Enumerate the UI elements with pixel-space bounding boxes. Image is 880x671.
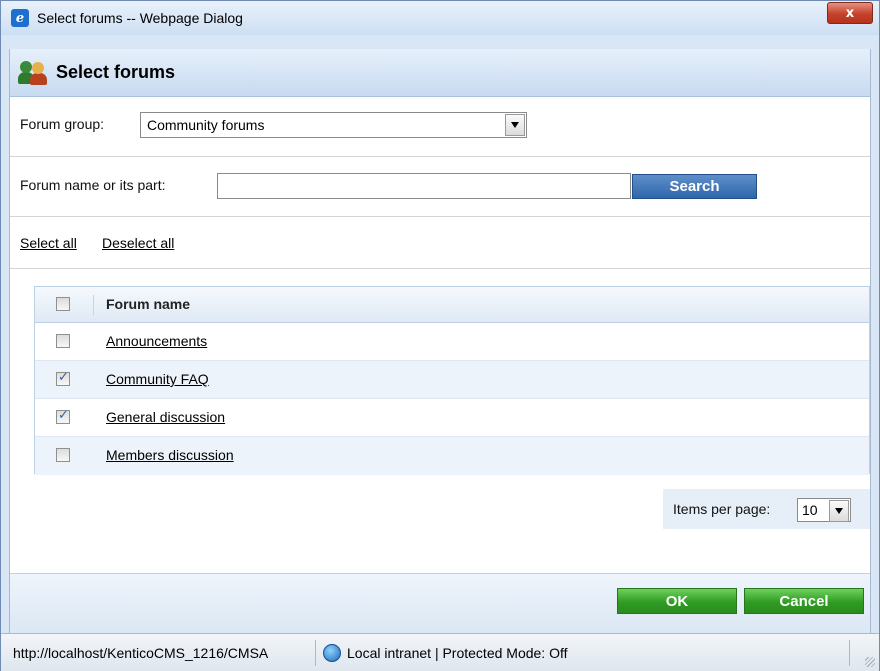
cancel-button[interactable]: Cancel	[744, 588, 864, 614]
table-row: Announcements	[35, 323, 869, 361]
window-title: Select forums -- Webpage Dialog	[37, 10, 243, 26]
chevron-down-icon	[835, 508, 843, 514]
title-bar[interactable]: e Select forums -- Webpage Dialog x	[1, 1, 879, 35]
row-checkbox[interactable]	[56, 408, 70, 424]
row-checkbox[interactable]	[56, 448, 70, 462]
items-per-page-value: 10	[802, 502, 818, 518]
forum-name-row: Forum name or its part: Search	[10, 157, 870, 217]
column-divider	[93, 295, 94, 315]
selection-links-row: Select all Deselect all	[10, 217, 870, 269]
status-url: http://localhost/KenticoCMS_1216/CMSA	[13, 645, 269, 661]
column-header-forum-name: Forum name	[106, 296, 191, 312]
dialog-content: Select forums Forum group: Community for…	[9, 49, 871, 633]
table-row: Members discussion	[35, 437, 869, 475]
close-button[interactable]: x	[827, 2, 873, 24]
forums-grid: Forum name Announcements Community FAQ G…	[34, 286, 870, 475]
resize-grip-icon[interactable]	[865, 657, 875, 667]
forum-link[interactable]: Community FAQ	[106, 371, 209, 387]
dialog-header: Select forums	[10, 49, 870, 97]
row-checkbox[interactable]	[56, 370, 70, 386]
grid-header: Forum name	[35, 287, 869, 323]
row-checkbox[interactable]	[56, 334, 70, 348]
forum-link[interactable]: Announcements	[106, 333, 207, 349]
items-per-page-select[interactable]: 10	[797, 498, 851, 522]
items-per-page-label: Items per page:	[673, 501, 771, 517]
chevron-down-icon	[511, 122, 519, 128]
ok-button[interactable]: OK	[617, 588, 737, 614]
page-title: Select forums	[56, 62, 176, 82]
ie-icon: e	[11, 9, 29, 27]
forum-link[interactable]: Members discussion	[106, 447, 234, 463]
status-divider	[849, 640, 850, 666]
dialog-footer: OK Cancel	[10, 573, 870, 633]
table-row: General discussion	[35, 399, 869, 437]
select-all-checkbox[interactable]	[56, 297, 70, 311]
deselect-all-link[interactable]: Deselect all	[102, 235, 174, 251]
forum-group-label: Forum group:	[20, 116, 105, 132]
select-all-link[interactable]: Select all	[20, 235, 77, 251]
forum-name-label: Forum name or its part:	[20, 177, 166, 193]
security-zone: Local intranet | Protected Mode: Off	[347, 645, 568, 661]
forum-group-row: Forum group: Community forums	[10, 97, 870, 157]
forum-name-input[interactable]	[217, 173, 631, 199]
globe-icon	[323, 644, 341, 662]
dropdown-button[interactable]	[829, 500, 849, 522]
forum-group-value: Community forums	[147, 117, 265, 133]
table-row: Community FAQ	[35, 361, 869, 399]
dropdown-button[interactable]	[505, 114, 525, 136]
dialog-window: e Select forums -- Webpage Dialog x Sele…	[0, 0, 880, 671]
search-button[interactable]: Search	[632, 174, 757, 199]
status-bar: http://localhost/KenticoCMS_1216/CMSA Lo…	[1, 633, 879, 671]
forum-link[interactable]: General discussion	[106, 409, 225, 425]
pager: Items per page: 10	[663, 489, 870, 529]
status-divider	[315, 640, 316, 666]
users-icon	[18, 59, 48, 87]
forum-group-select[interactable]: Community forums	[140, 112, 527, 138]
